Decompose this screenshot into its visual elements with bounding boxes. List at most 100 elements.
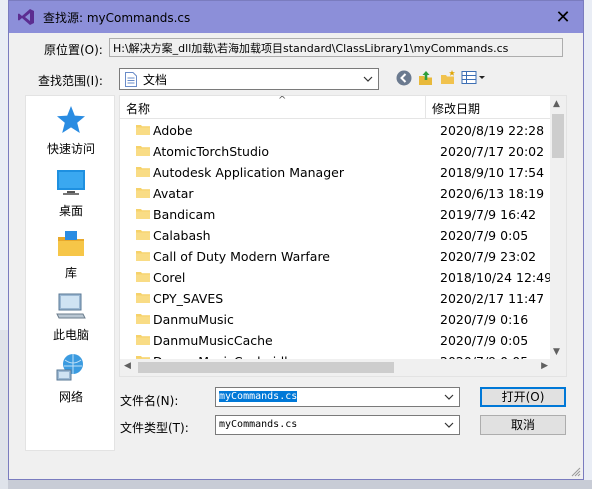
column-header-row: ^ 名称 修改日期 bbox=[120, 96, 552, 119]
back-button[interactable] bbox=[395, 69, 413, 87]
source-location-label: 原位置(O): bbox=[44, 43, 103, 57]
sort-ascending-icon: ^ bbox=[278, 95, 287, 106]
list-item[interactable]: Bandicam 2019/7/9 16:42 bbox=[120, 204, 552, 225]
file-date: 2019/7/9 16:42 bbox=[440, 207, 537, 222]
file-name: DanmuMusic bbox=[153, 312, 234, 327]
vertical-scroll-thumb[interactable] bbox=[552, 114, 564, 158]
look-in-dropdown[interactable]: 文档 bbox=[119, 68, 379, 90]
up-folder-icon bbox=[419, 71, 432, 85]
column-header-date[interactable]: 修改日期 bbox=[432, 100, 480, 117]
list-item[interactable]: Avatar 2020/6/13 18:19 bbox=[120, 183, 552, 204]
place-network[interactable]: 网络 bbox=[26, 350, 116, 406]
folder-icon bbox=[136, 314, 150, 324]
file-name: Adobe bbox=[153, 123, 193, 138]
place-label: 桌面 bbox=[58, 204, 83, 218]
close-button[interactable]: ✕ bbox=[543, 1, 583, 33]
scroll-left-icon[interactable]: ◀ bbox=[124, 361, 131, 371]
filename-label: 文件名(N): bbox=[120, 394, 179, 408]
background-window-edge bbox=[0, 330, 8, 489]
place-label: 快速访问 bbox=[46, 142, 95, 156]
back-arrow-icon bbox=[396, 70, 412, 86]
filename-value: myCommands.cs bbox=[219, 391, 298, 402]
view-menu-button[interactable] bbox=[461, 69, 487, 87]
vertical-scrollbar[interactable]: ▲ ▼ bbox=[550, 96, 566, 360]
scroll-right-icon[interactable]: ▶ bbox=[541, 361, 548, 371]
chevron-down-icon bbox=[444, 394, 454, 400]
list-item[interactable]: CPY_SAVES 2020/2/17 11:47 bbox=[120, 288, 552, 309]
place-label: 库 bbox=[64, 266, 77, 280]
source-location-value: H:\解决方案_dll加载\若海加载项目standard\ClassLibrar… bbox=[113, 42, 509, 55]
file-date: 2018/9/10 17:54 bbox=[440, 165, 545, 180]
place-library[interactable]: 库 bbox=[26, 226, 116, 282]
navigation-toolbar bbox=[395, 69, 487, 87]
folder-icon bbox=[136, 251, 150, 261]
title-bar[interactable]: 查找源: myCommands.cs ✕ bbox=[9, 1, 583, 33]
file-name: Bandicam bbox=[153, 207, 216, 222]
visual-studio-icon bbox=[18, 9, 34, 25]
open-button[interactable]: 打开(O) bbox=[480, 387, 566, 407]
list-item[interactable]: Autodesk Application Manager 2018/9/10 17… bbox=[120, 162, 552, 183]
place-quick-access[interactable]: 快速访问 bbox=[26, 102, 116, 158]
place-label: 网络 bbox=[58, 390, 83, 404]
chevron-down-icon bbox=[363, 76, 373, 82]
scroll-up-icon[interactable]: ▲ bbox=[553, 99, 560, 109]
places-bar: 快速访问 桌面 库 此电脑 网络 bbox=[25, 95, 115, 451]
star-icon bbox=[57, 106, 85, 133]
new-folder-button[interactable] bbox=[439, 69, 457, 87]
documents-icon bbox=[125, 71, 137, 87]
new-folder-icon bbox=[441, 70, 455, 84]
network-icon bbox=[56, 354, 83, 381]
list-item[interactable]: AtomicTorchStudio 2020/7/17 20:02 bbox=[120, 141, 552, 162]
close-icon: ✕ bbox=[555, 6, 571, 28]
folder-icon bbox=[136, 209, 150, 219]
source-location-field: H:\解决方案_dll加载\若海加载项目standard\ClassLibrar… bbox=[109, 38, 563, 57]
list-item[interactable]: DanmuMusic 2020/7/9 0:16 bbox=[120, 309, 552, 330]
cancel-button[interactable]: 取消 bbox=[480, 415, 566, 435]
horizontal-scroll-thumb[interactable] bbox=[138, 362, 394, 373]
list-item[interactable]: DanmuMusicCache 2020/7/9 0:05 bbox=[120, 330, 552, 351]
folder-icon bbox=[136, 293, 150, 303]
file-date: 2020/7/9 0:16 bbox=[440, 312, 529, 327]
list-item[interactable]: Adobe 2020/8/19 22:28 bbox=[120, 120, 552, 141]
folder-icon bbox=[136, 125, 150, 135]
list-item[interactable]: Call of Duty Modern Warfare 2020/7/9 23:0… bbox=[120, 246, 552, 267]
scrollbar-corner bbox=[550, 359, 566, 376]
file-date: 2020/7/9 0:05 bbox=[440, 333, 529, 348]
resize-grip-icon[interactable] bbox=[571, 467, 581, 477]
column-header-name[interactable]: 名称 bbox=[126, 100, 150, 117]
place-this-pc[interactable]: 此电脑 bbox=[26, 288, 116, 344]
scroll-down-icon[interactable]: ▼ bbox=[553, 347, 560, 357]
list-item[interactable]: Corel 2018/10/24 12:49 bbox=[120, 267, 552, 288]
file-date: 2020/7/9 0:05 bbox=[440, 228, 529, 243]
file-name: Autodesk Application Manager bbox=[153, 165, 344, 180]
file-name: Corel bbox=[153, 270, 186, 285]
file-date: 2020/2/17 11:47 bbox=[440, 291, 545, 306]
place-label: 此电脑 bbox=[52, 328, 89, 342]
file-name: Calabash bbox=[153, 228, 211, 243]
place-desktop[interactable]: 桌面 bbox=[26, 164, 116, 220]
folder-icon bbox=[136, 230, 150, 240]
file-name: DanmuMusicCache bbox=[153, 333, 273, 348]
file-date: 2020/8/19 22:28 bbox=[440, 123, 545, 138]
computer-icon bbox=[56, 293, 86, 319]
horizontal-scrollbar[interactable]: ◀ ▶ bbox=[120, 359, 566, 376]
file-name: CPY_SAVES bbox=[153, 291, 224, 306]
up-folder-button[interactable] bbox=[417, 69, 435, 87]
file-date: 2020/7/9 23:02 bbox=[440, 249, 537, 264]
column-separator[interactable] bbox=[425, 96, 426, 118]
file-name: Avatar bbox=[153, 186, 194, 201]
background-window-bottom bbox=[8, 480, 592, 489]
folder-icon bbox=[136, 146, 150, 156]
desktop-icon bbox=[57, 170, 85, 195]
file-name: AtomicTorchStudio bbox=[153, 144, 270, 159]
library-icon bbox=[58, 231, 84, 256]
filename-input[interactable]: myCommands.cs bbox=[215, 387, 460, 407]
folder-icon bbox=[136, 335, 150, 345]
file-name: Call of Duty Modern Warfare bbox=[153, 249, 330, 264]
look-in-label: 查找范围(I): bbox=[38, 74, 103, 88]
folder-icon bbox=[136, 167, 150, 177]
window-title: 查找源: myCommands.cs bbox=[43, 10, 191, 25]
folder-icon bbox=[136, 272, 150, 282]
filetype-dropdown[interactable]: myCommands.cs bbox=[215, 415, 460, 435]
list-item[interactable]: Calabash 2020/7/9 0:05 bbox=[120, 225, 552, 246]
